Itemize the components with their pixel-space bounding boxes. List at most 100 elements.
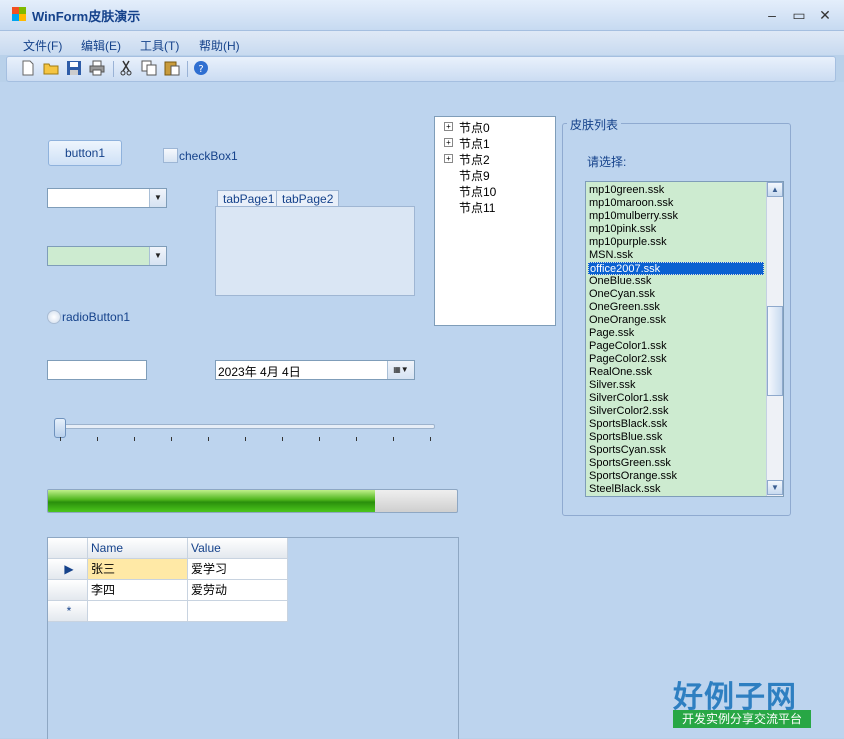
table-cell[interactable] — [88, 601, 188, 622]
trackbar-tick — [60, 437, 61, 441]
skin-group-title: 皮肤列表 — [567, 116, 622, 133]
progress-fill — [48, 490, 376, 512]
radiobutton1[interactable] — [47, 310, 61, 324]
list-item[interactable]: office2007.ssk — [588, 262, 764, 275]
list-item[interactable]: SportsBlue.ssk — [588, 431, 765, 444]
tab-page2[interactable]: tabPage2 — [276, 190, 340, 207]
open-icon[interactable] — [43, 60, 59, 76]
list-item[interactable]: Page.ssk — [588, 327, 765, 340]
list-item[interactable]: MSN.ssk — [588, 249, 765, 262]
tab-page1[interactable]: tabPage1 — [217, 190, 281, 207]
list-item[interactable]: SilverColor1.ssk — [588, 392, 765, 405]
date-picker[interactable]: 2023年 4月 4日 ▦▼ — [215, 360, 415, 380]
menu-bar — [0, 31, 844, 55]
scroll-thumb[interactable] — [767, 306, 783, 396]
row-header[interactable] — [48, 580, 88, 601]
list-item[interactable]: PageColor1.ssk — [588, 340, 765, 353]
menu-file[interactable]: 文件(F) — [23, 37, 62, 54]
grid-header-value[interactable]: Value — [188, 538, 288, 559]
trackbar-tick — [393, 437, 394, 441]
list-item[interactable]: mp10mulberry.ssk — [588, 210, 765, 223]
row-selector-icon[interactable]: ▶ — [48, 559, 88, 580]
radiobutton1-label[interactable]: radioButton1 — [62, 310, 130, 324]
list-item[interactable]: OneOrange.ssk — [588, 314, 765, 327]
list-item[interactable]: SportsGreen.ssk — [588, 457, 765, 470]
date-value[interactable]: 2023年 4月 4日 — [218, 363, 301, 380]
list-item[interactable]: SportsCyan.ssk — [588, 444, 765, 457]
list-item[interactable]: mp10pink.ssk — [588, 223, 765, 236]
minimize-button[interactable]: ‒ — [761, 6, 783, 24]
new-row-icon[interactable]: * — [48, 601, 88, 622]
trackbar-tick — [356, 437, 357, 441]
tab-body — [215, 206, 415, 296]
progress-bar — [47, 489, 458, 513]
save-icon[interactable] — [66, 60, 82, 76]
trackbar-tick — [97, 437, 98, 441]
grid-corner — [48, 538, 88, 559]
list-item[interactable]: SilverColor2.ssk — [588, 405, 765, 418]
skin-listbox[interactable]: mp10green.ssk mp10maroon.ssk mp10mulberry.… — [585, 181, 784, 497]
list-item[interactable]: OneGreen.ssk — [588, 301, 765, 314]
toolbar-separator — [187, 61, 188, 77]
table-cell[interactable]: 张三 — [88, 559, 188, 580]
table-cell[interactable] — [188, 601, 288, 622]
list-item[interactable]: mp10green.ssk — [588, 184, 765, 197]
list-item[interactable]: SteelBlack.ssk — [588, 483, 765, 496]
list-item[interactable]: mp10purple.ssk — [588, 236, 765, 249]
close-button[interactable]: ✕ — [814, 6, 836, 24]
scroll-up-icon[interactable]: ▲ — [767, 182, 783, 197]
table-cell[interactable]: 爱学习 — [188, 559, 288, 580]
trackbar-tick — [171, 437, 172, 441]
text-input[interactable] — [47, 360, 147, 380]
button1[interactable]: button1 — [48, 140, 122, 166]
list-item[interactable]: SportsBlack.ssk — [588, 418, 765, 431]
grid-header-name[interactable]: Name — [88, 538, 188, 559]
list-item[interactable]: OneBlue.ssk — [588, 275, 765, 288]
table-cell[interactable]: 爱劳动 — [188, 580, 288, 601]
tree-node[interactable]: 节点11 — [459, 199, 495, 216]
paste-icon[interactable] — [164, 60, 180, 76]
trackbar-tick — [208, 437, 209, 441]
trackbar-tick — [282, 437, 283, 441]
new-icon[interactable] — [20, 60, 36, 76]
list-item[interactable]: RealOne.ssk — [588, 366, 765, 379]
table-cell[interactable]: 李四 — [88, 580, 188, 601]
list-item[interactable]: mp10maroon.ssk — [588, 197, 765, 210]
trackbar-thumb[interactable] — [54, 418, 66, 438]
tree-node[interactable]: 节点2 — [459, 151, 490, 168]
copy-icon[interactable] — [141, 60, 157, 76]
print-icon[interactable] — [89, 60, 105, 76]
list-item[interactable]: PageColor2.ssk — [588, 353, 765, 366]
tree-node[interactable]: 节点0 — [459, 119, 490, 136]
chevron-down-icon[interactable]: ▼ — [149, 189, 166, 207]
menu-tools[interactable]: 工具(T) — [140, 37, 179, 54]
cut-icon[interactable] — [118, 60, 134, 76]
calendar-icon[interactable]: ▦▼ — [387, 361, 414, 379]
expand-icon[interactable]: + — [444, 154, 453, 163]
trackbar-tick — [430, 437, 431, 441]
tree-view[interactable]: + 节点0 + 节点1 + 节点2 节点9 节点10 节点11 — [434, 116, 556, 326]
list-item[interactable]: Silver.ssk — [588, 379, 765, 392]
help-icon[interactable]: ? — [193, 60, 209, 76]
svg-text:?: ? — [198, 64, 203, 75]
list-item[interactable]: SportsOrange.ssk — [588, 470, 765, 483]
menu-edit[interactable]: 编辑(E) — [81, 37, 121, 54]
tree-node[interactable]: 节点1 — [459, 135, 490, 152]
scrollbar[interactable]: ▲ ▼ — [766, 182, 783, 496]
scroll-down-icon[interactable]: ▼ — [767, 480, 783, 495]
window-title: WinForm皮肤演示 — [32, 9, 141, 24]
checkbox1-label[interactable]: checkBox1 — [179, 149, 238, 163]
menu-help[interactable]: 帮助(H) — [199, 37, 240, 54]
tree-node[interactable]: 节点9 — [459, 167, 490, 184]
trackbar-tick — [245, 437, 246, 441]
checkbox1[interactable] — [163, 148, 178, 163]
trackbar-track[interactable] — [55, 424, 435, 429]
list-item[interactable]: OneCyan.ssk — [588, 288, 765, 301]
combobox-1[interactable]: ▼ — [47, 188, 167, 208]
combobox-2[interactable]: ▼ — [47, 246, 167, 266]
expand-icon[interactable]: + — [444, 138, 453, 147]
tree-node[interactable]: 节点10 — [459, 183, 496, 200]
expand-icon[interactable]: + — [444, 122, 453, 131]
maximize-button[interactable]: ▭ — [788, 6, 810, 24]
chevron-down-icon[interactable]: ▼ — [149, 247, 166, 265]
